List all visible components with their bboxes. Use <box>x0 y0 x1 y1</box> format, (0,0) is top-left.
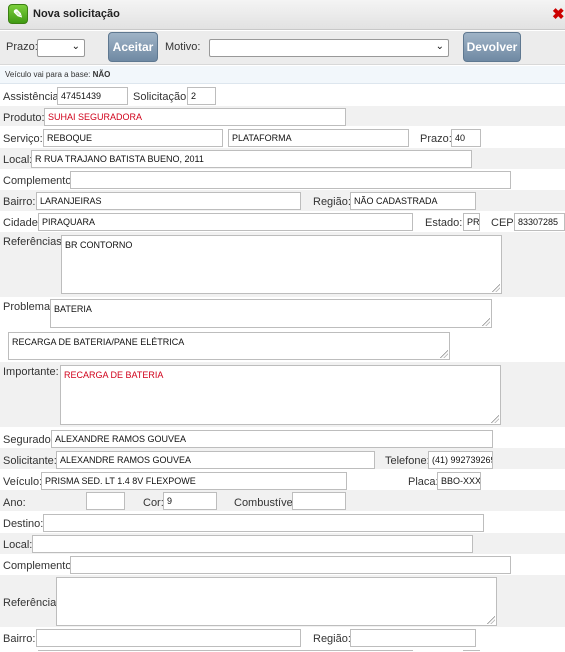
aceitar-button[interactable]: Aceitar <box>108 32 158 62</box>
resize-handle-icon[interactable] <box>482 318 490 326</box>
veiculo-field[interactable]: PRISMA SED. LT 1.4 8V FLEXPOWE <box>41 472 347 490</box>
solicitante-field[interactable]: ALEXANDRE RAMOS GOUVEA <box>56 451 375 469</box>
base-info-value: NÃO <box>92 70 111 79</box>
regiao-field[interactable]: NÃO CADASTRADA <box>350 192 476 210</box>
importante-textarea[interactable]: RECARGA DE BATERIA <box>60 365 501 425</box>
destino-field[interactable] <box>43 514 484 532</box>
importante-text: RECARGA DE BATERIA <box>64 370 164 380</box>
bairro-label: Bairro: <box>3 196 36 208</box>
complemento-field[interactable] <box>70 171 511 189</box>
cor-field[interactable]: 9 <box>163 492 217 510</box>
problema-detalhe-textarea[interactable]: RECARGA DE BATERIA/PANE ELÉTRICA <box>8 332 450 360</box>
referencias-textarea[interactable]: BR CONTORNO <box>61 235 502 294</box>
cep-field[interactable]: 83307285 <box>514 213 565 231</box>
problema-text: BATERIA <box>54 304 92 314</box>
regiao-label: Região: <box>313 196 351 208</box>
title-bar: ✎ Nova solicitação ✖ <box>0 0 565 30</box>
resize-handle-icon[interactable] <box>440 350 448 358</box>
ano-field[interactable] <box>86 492 125 510</box>
estado-label: Estado: <box>425 217 463 229</box>
destino-regiao-field[interactable] <box>350 629 476 647</box>
produto-label: Produto: <box>3 112 45 124</box>
local-label: Local: <box>3 154 33 166</box>
motivo-select-label: Motivo: <box>165 41 201 53</box>
cep-label: CEP: <box>491 217 517 229</box>
veiculo-label: Veículo: <box>3 476 43 488</box>
action-toolbar: Prazo: ⌄ Aceitar Motivo: ⌄ Devolver <box>0 31 565 65</box>
chevron-down-icon: ⌄ <box>435 41 444 52</box>
importante-label: Importante: <box>3 366 59 378</box>
destino-bairro-field[interactable] <box>36 629 301 647</box>
close-icon[interactable]: ✖ <box>552 5 565 23</box>
cor-label: Cor: <box>143 497 164 509</box>
servico-label: Serviço: <box>3 133 43 145</box>
servico-prazo-label: Prazo: <box>420 133 452 145</box>
placa-field[interactable]: BBO-XXX0 <box>437 472 481 490</box>
servico-tipo-field[interactable]: PLATAFORMA <box>228 129 409 147</box>
prazo-select[interactable]: ⌄ <box>37 39 85 57</box>
servico-field[interactable]: REBOQUE <box>43 129 223 147</box>
solicitacao-field[interactable]: 2 <box>187 87 216 105</box>
destino-referencia-textarea[interactable] <box>56 577 497 626</box>
devolver-button[interactable]: Devolver <box>463 32 521 62</box>
local-field[interactable]: R RUA TRAJANO BATISTA BUENO, 2011 <box>31 150 472 168</box>
referencias-label: Referências: <box>3 236 65 248</box>
combustivel-label: Combustível: <box>234 497 299 509</box>
destino-local-label: Local: <box>3 539 33 551</box>
destino-label: Destino: <box>3 518 44 530</box>
solicitacao-label: Solicitação: <box>133 91 190 103</box>
problema-label: Problema: <box>3 301 54 313</box>
cidade-label: Cidade: <box>3 217 41 229</box>
combustivel-field[interactable] <box>292 492 346 510</box>
resize-handle-icon[interactable] <box>492 284 500 292</box>
base-info-text: Veículo vai para a base: <box>5 70 91 79</box>
assistencia-field[interactable]: 47451439 <box>57 87 128 105</box>
resize-handle-icon[interactable] <box>491 415 499 423</box>
bairro-field[interactable]: LARANJEIRAS <box>36 192 301 210</box>
servico-prazo-field[interactable]: 40 <box>451 129 481 147</box>
segurado-label: Segurado: <box>3 434 54 446</box>
problema-textarea[interactable]: BATERIA <box>50 299 492 328</box>
motivo-select[interactable]: ⌄ <box>209 39 449 57</box>
assistencia-label: Assistência: <box>3 91 62 103</box>
window-title: Nova solicitação <box>33 8 120 20</box>
referencias-text: BR CONTORNO <box>65 240 133 250</box>
destino-complemento-field[interactable] <box>70 556 511 574</box>
destino-referencia-label: Referência: <box>3 597 60 609</box>
app-icon: ✎ <box>8 4 28 24</box>
base-info-bar: Veículo vai para a base: NÃO <box>0 66 565 84</box>
problema-detalhe-text: RECARGA DE BATERIA/PANE ELÉTRICA <box>12 337 185 347</box>
telefone-field[interactable]: (41) 992739269 <box>428 451 493 469</box>
destino-bairro-label: Bairro: <box>3 633 36 645</box>
solicitante-label: Solicitante: <box>3 455 57 467</box>
cidade-field[interactable]: PIRAQUARA <box>38 213 413 231</box>
segurado-field[interactable]: ALEXANDRE RAMOS GOUVEA <box>51 430 493 448</box>
destino-local-field[interactable] <box>32 535 473 553</box>
placa-label: Placa: <box>408 476 439 488</box>
destino-regiao-label: Região: <box>313 633 351 645</box>
ano-label: Ano: <box>3 497 26 509</box>
prazo-select-label: Prazo: <box>6 41 38 53</box>
resize-handle-icon[interactable] <box>487 616 495 624</box>
estado-field[interactable]: PR <box>463 213 480 231</box>
chevron-down-icon: ⌄ <box>71 41 80 52</box>
complemento-label: Complemento: <box>3 175 75 187</box>
destino-complemento-label: Complemento: <box>3 560 75 572</box>
produto-field[interactable]: SUHAI SEGURADORA <box>44 108 346 126</box>
telefone-label: Telefone: <box>385 455 430 467</box>
